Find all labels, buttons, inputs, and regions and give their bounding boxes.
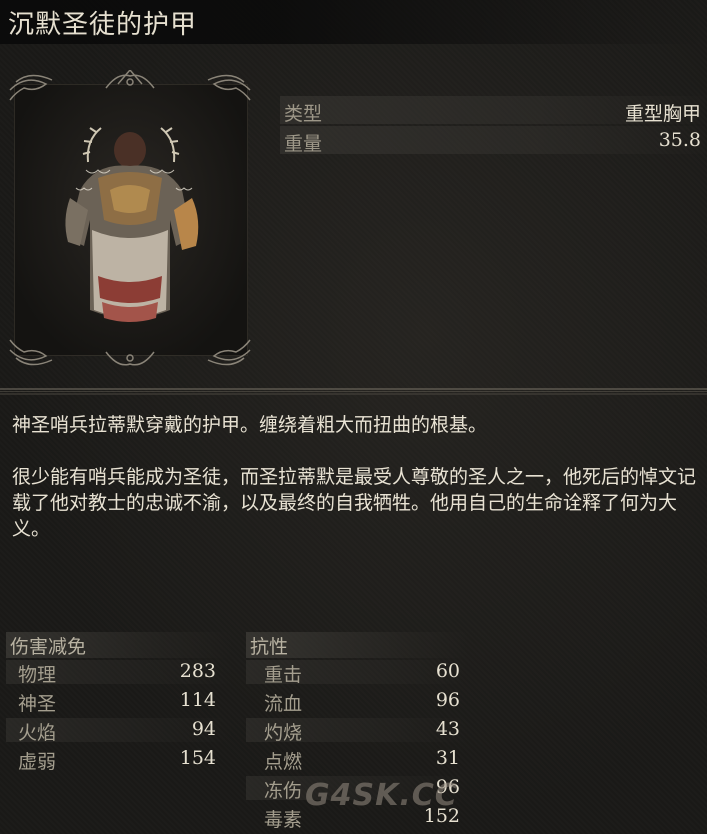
stat-value: 114 (179, 689, 216, 711)
title-bar: 沉默圣徒的护甲 (0, 0, 707, 44)
stat-label: 冻伤 (264, 780, 303, 802)
stat-value: 43 (435, 718, 460, 740)
item-portrait (6, 70, 254, 370)
stat-label: 流血 (264, 693, 303, 715)
property-value: 35.8 (658, 129, 701, 151)
watermark: G4SK.CC (305, 778, 458, 813)
stat-value: 154 (179, 747, 216, 769)
stat-row: 点燃 31 (246, 745, 468, 774)
property-label: 类型 (284, 103, 323, 125)
property-type: 类型 重型胸甲 (280, 96, 705, 125)
stat-row: 流血 96 (246, 687, 468, 716)
stat-label: 虚弱 (18, 751, 57, 773)
item-title: 沉默圣徒的护甲 (8, 10, 198, 40)
stat-label: 神圣 (18, 693, 57, 715)
stat-label: 重击 (264, 664, 303, 686)
stat-value: 31 (435, 747, 460, 769)
stat-label: 毒素 (264, 809, 303, 831)
stat-label: 灼烧 (264, 722, 303, 744)
stat-value: 60 (435, 660, 460, 682)
stat-value: 94 (191, 718, 216, 740)
property-value: 重型胸甲 (624, 103, 701, 125)
armor-chest-icon (65, 127, 199, 322)
stat-row: 虚弱 154 (6, 745, 232, 774)
damage-negation-section: 伤害减免 物理 283 神圣 114 火焰 94 虚弱 154 (6, 632, 232, 774)
stat-row: 灼烧 43 (246, 716, 468, 745)
stat-row: 神圣 114 (6, 687, 232, 716)
stat-row: 物理 283 (6, 658, 232, 687)
stat-value: 96 (435, 689, 460, 711)
item-properties: 类型 重型胸甲 重量 35.8 (280, 96, 705, 156)
stat-label: 火焰 (18, 722, 57, 744)
property-weight: 重量 35.8 (280, 126, 705, 155)
stat-row: 火焰 94 (6, 716, 232, 745)
stat-value: 283 (179, 660, 216, 682)
section-header: 抗性 (246, 632, 468, 658)
description-paragraph: 神圣哨兵拉蒂默穿戴的护甲。缠绕着粗大而扭曲的根基。 (12, 414, 488, 436)
section-divider (0, 388, 707, 395)
property-label: 重量 (284, 133, 323, 155)
item-description: 神圣哨兵拉蒂默穿戴的护甲。缠绕着粗大而扭曲的根基。 很少能有哨兵能成为圣徒，而圣… (12, 412, 702, 568)
description-paragraph: 很少能有哨兵能成为圣徒，而圣拉蒂默是最受人尊敬的圣人之一，他死后的悼文记载了他对… (12, 466, 697, 540)
stat-row: 重击 60 (246, 658, 468, 687)
stat-label: 点燃 (264, 751, 303, 773)
stat-label: 物理 (18, 664, 57, 686)
section-header: 伤害减免 (6, 632, 232, 658)
